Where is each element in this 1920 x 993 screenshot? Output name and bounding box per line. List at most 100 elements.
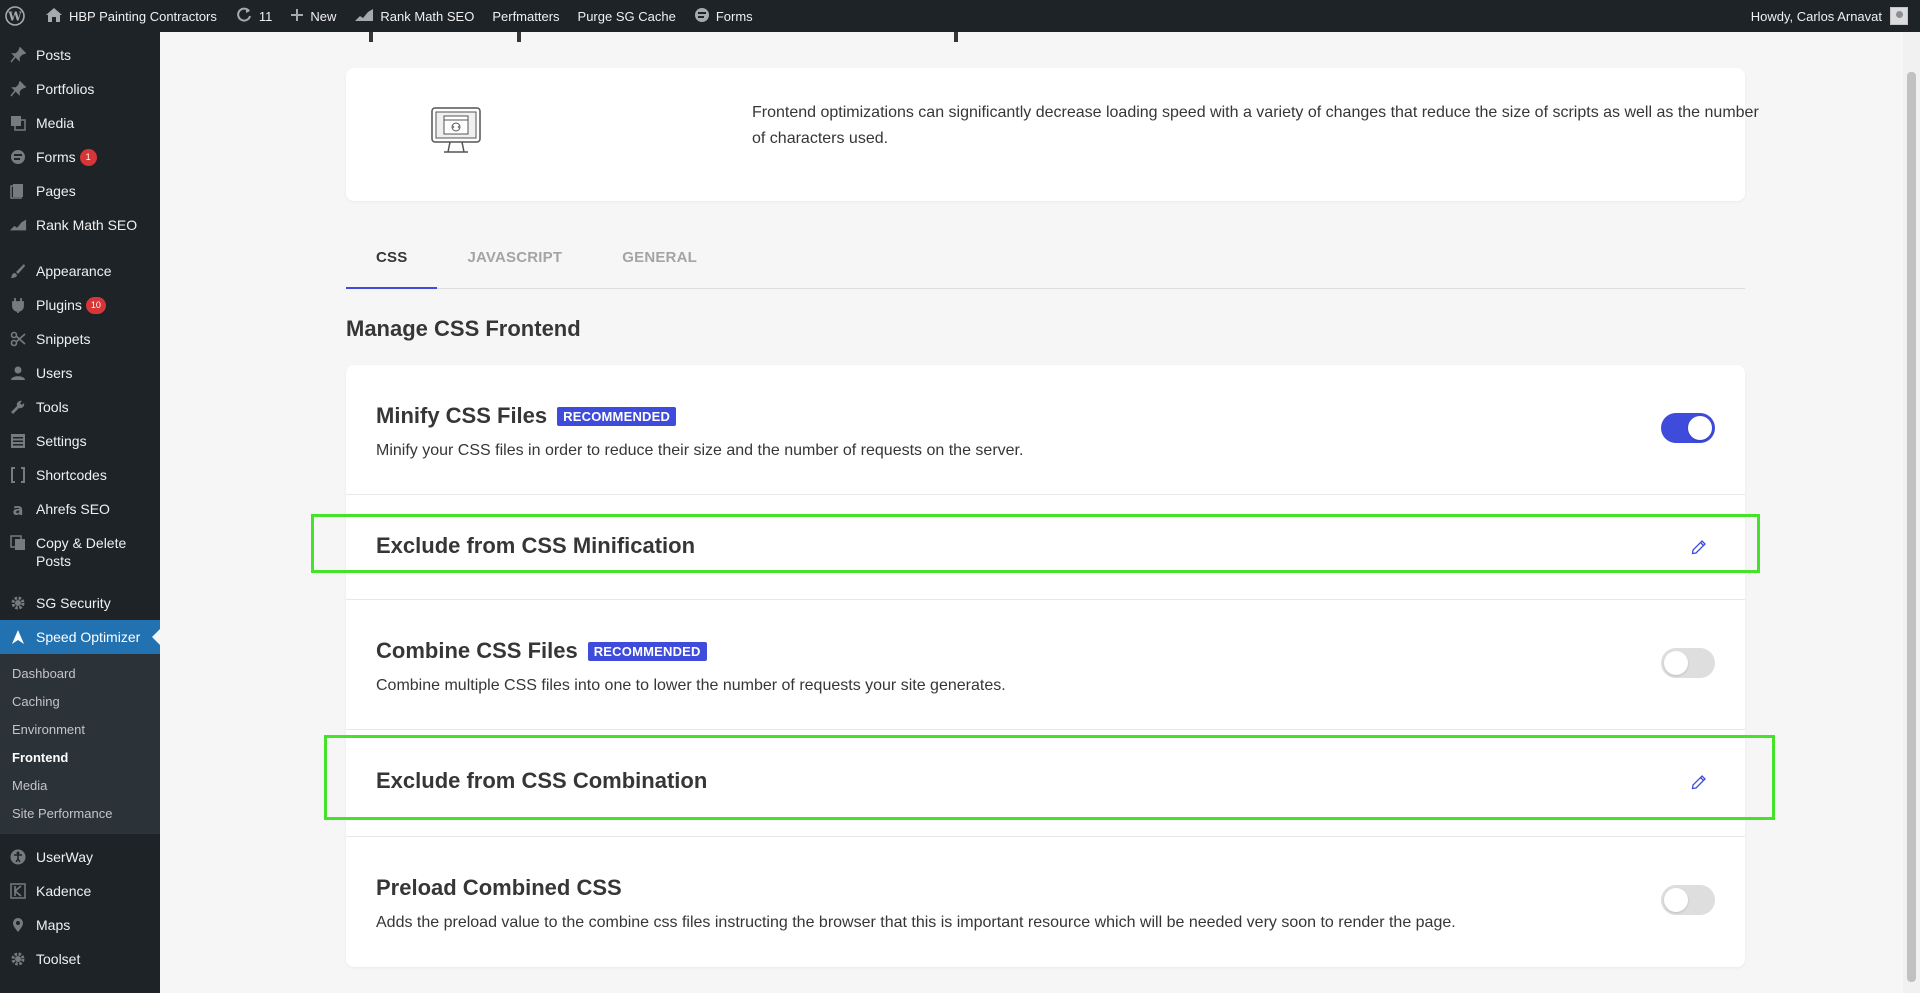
section-title: Manage CSS Frontend bbox=[346, 316, 581, 341]
gear-icon bbox=[9, 594, 27, 612]
rank-math-link[interactable]: Rank Math SEO bbox=[345, 0, 483, 32]
wordpress-logo-icon[interactable]: W bbox=[0, 0, 36, 32]
new-label: New bbox=[310, 8, 337, 24]
page-scrollbar[interactable] bbox=[1903, 32, 1920, 993]
forms-link[interactable]: Forms bbox=[685, 0, 762, 32]
avatar bbox=[1890, 7, 1908, 25]
rankmath-icon bbox=[9, 216, 27, 234]
sidebar-item-copy-delete[interactable]: Copy & Delete Posts bbox=[0, 526, 160, 580]
setting-row-exclude-minify[interactable]: Exclude from CSS Minification bbox=[346, 495, 1745, 600]
minify-css-toggle[interactable] bbox=[1661, 413, 1715, 443]
user-icon bbox=[9, 364, 27, 382]
forms-icon bbox=[694, 7, 716, 26]
setting-description: Minify your CSS files in order to reduce… bbox=[376, 442, 1024, 459]
sidebar-item-forms[interactable]: Forms 1 bbox=[0, 140, 160, 174]
monitor-code-icon bbox=[430, 106, 482, 161]
plus-icon bbox=[290, 8, 310, 25]
new-content-link[interactable]: New bbox=[281, 0, 345, 32]
sidebar-item-plugins[interactable]: Plugins 10 bbox=[0, 288, 160, 322]
submenu-item-frontend[interactable]: Frontend bbox=[0, 744, 160, 772]
sidebar-item-tools[interactable]: Tools bbox=[0, 390, 160, 424]
plugin-icon bbox=[9, 296, 27, 314]
sidebar-item-label: Appearance bbox=[36, 263, 112, 279]
sidebar-item-portfolios[interactable]: Portfolios bbox=[0, 72, 160, 106]
tab-general[interactable]: GENERAL bbox=[592, 236, 727, 289]
setting-row-exclude-combine[interactable]: Exclude from CSS Combination bbox=[346, 730, 1745, 837]
kadence-icon bbox=[9, 882, 27, 900]
preload-css-toggle[interactable] bbox=[1661, 885, 1715, 915]
settings-icon bbox=[9, 432, 27, 450]
sidebar-item-label: Tools bbox=[36, 399, 69, 415]
updates-link[interactable]: 11 bbox=[226, 0, 282, 32]
sidebar-item-label: SG Security bbox=[36, 595, 111, 611]
sidebar-item-posts[interactable]: Posts bbox=[0, 38, 160, 72]
accessibility-icon bbox=[9, 848, 27, 866]
scrollbar-thumb[interactable] bbox=[1907, 72, 1916, 982]
submenu-item-caching[interactable]: Caching bbox=[0, 688, 160, 716]
sidebar-item-label: Rank Math SEO bbox=[36, 217, 138, 233]
page-heading-fragment bbox=[517, 32, 521, 42]
svg-text:a: a bbox=[13, 501, 24, 517]
submenu-item-media[interactable]: Media bbox=[0, 772, 160, 800]
sidebar-item-label: Portfolios bbox=[36, 81, 95, 97]
sidebar-item-snippets[interactable]: Snippets bbox=[0, 322, 160, 356]
submenu-item-site-performance[interactable]: Site Performance bbox=[0, 800, 160, 828]
tab-javascript[interactable]: JAVASCRIPT bbox=[437, 236, 592, 289]
brackets-icon bbox=[9, 466, 27, 484]
sidebar-item-label: Copy & Delete Posts bbox=[36, 535, 127, 569]
forms-label: Forms bbox=[715, 8, 753, 24]
map-pin-icon bbox=[9, 916, 27, 934]
sidebar-item-settings[interactable]: Settings bbox=[0, 424, 160, 458]
sidebar-item-speed-optimizer[interactable]: Speed Optimizer bbox=[0, 620, 160, 654]
sidebar-item-kadence[interactable]: Kadence bbox=[0, 874, 160, 908]
setting-title-text: Minify CSS Files bbox=[376, 403, 548, 428]
sidebar-item-label: Posts bbox=[36, 47, 72, 63]
rankmath-icon bbox=[354, 8, 380, 25]
perfmatters-label: Perfmatters bbox=[492, 8, 560, 24]
intro-description: Frontend optimizations can significantly… bbox=[752, 104, 1759, 147]
tab-css[interactable]: CSS bbox=[346, 236, 438, 289]
speed-icon bbox=[9, 628, 27, 646]
sidebar-item-label: Users bbox=[36, 365, 73, 381]
site-name-link[interactable]: HBP Painting Contractors bbox=[36, 0, 226, 32]
sidebar-item-sg-security[interactable]: SG Security bbox=[0, 586, 160, 620]
sidebar-item-shortcodes[interactable]: Shortcodes bbox=[0, 458, 160, 492]
sidebar-item-maps[interactable]: Maps bbox=[0, 908, 160, 942]
perfmatters-link[interactable]: Perfmatters bbox=[483, 0, 568, 32]
css-settings-card: Minify CSS Files RECOMMENDED Minify your… bbox=[346, 365, 1745, 967]
sidebar-item-label: Ahrefs SEO bbox=[36, 501, 110, 517]
howdy-label: Howdy, Carlos Arnavat bbox=[1750, 8, 1882, 24]
sidebar-item-ahrefs[interactable]: a Ahrefs SEO bbox=[0, 492, 160, 526]
sidebar-item-pages[interactable]: Pages bbox=[0, 174, 160, 208]
pencil-icon[interactable] bbox=[1689, 772, 1709, 792]
submenu-item-environment[interactable]: Environment bbox=[0, 716, 160, 744]
setting-title: Minify CSS Files RECOMMENDED bbox=[376, 403, 677, 429]
setting-description: Combine multiple CSS files into one to l… bbox=[376, 677, 1006, 694]
combine-css-toggle[interactable] bbox=[1661, 648, 1715, 678]
sidebar-item-label: Speed Optimizer bbox=[36, 629, 141, 645]
sidebar-item-media[interactable]: Media bbox=[0, 106, 160, 140]
account-menu[interactable]: Howdy, Carlos Arnavat bbox=[1751, 7, 1920, 25]
submenu-item-dashboard[interactable]: Dashboard bbox=[0, 660, 160, 688]
purge-cache-link[interactable]: Purge SG Cache bbox=[569, 0, 685, 32]
sidebar-item-rank-math[interactable]: Rank Math SEO bbox=[0, 208, 160, 242]
sidebar-item-users[interactable]: Users bbox=[0, 356, 160, 390]
main-content: Frontend optimizations can significantly… bbox=[160, 32, 1920, 993]
page-heading-fragment bbox=[954, 32, 958, 42]
page-heading-fragment bbox=[369, 32, 373, 42]
forms-icon bbox=[9, 148, 27, 166]
recommended-badge: RECOMMENDED bbox=[587, 641, 707, 661]
setting-title-text: Exclude from CSS Minification bbox=[376, 533, 696, 558]
pencil-icon[interactable] bbox=[1689, 537, 1709, 557]
updates-count: 11 bbox=[258, 8, 273, 24]
sidebar-item-label: Pages bbox=[36, 183, 76, 199]
rank-math-label: Rank Math SEO bbox=[380, 8, 475, 24]
copy-icon bbox=[9, 534, 27, 552]
sidebar-item-appearance[interactable]: Appearance bbox=[0, 254, 160, 288]
recommended-badge: RECOMMENDED bbox=[557, 406, 677, 426]
setting-row-combine: Combine CSS Files RECOMMENDED Combine mu… bbox=[346, 600, 1745, 730]
setting-title-text: Preload Combined CSS bbox=[376, 875, 622, 900]
admin-sidebar: Posts Portfolios Media Forms 1 Pages Ran… bbox=[0, 32, 160, 993]
sidebar-item-toolset[interactable]: Toolset bbox=[0, 942, 160, 976]
sidebar-item-userway[interactable]: UserWay bbox=[0, 840, 160, 874]
